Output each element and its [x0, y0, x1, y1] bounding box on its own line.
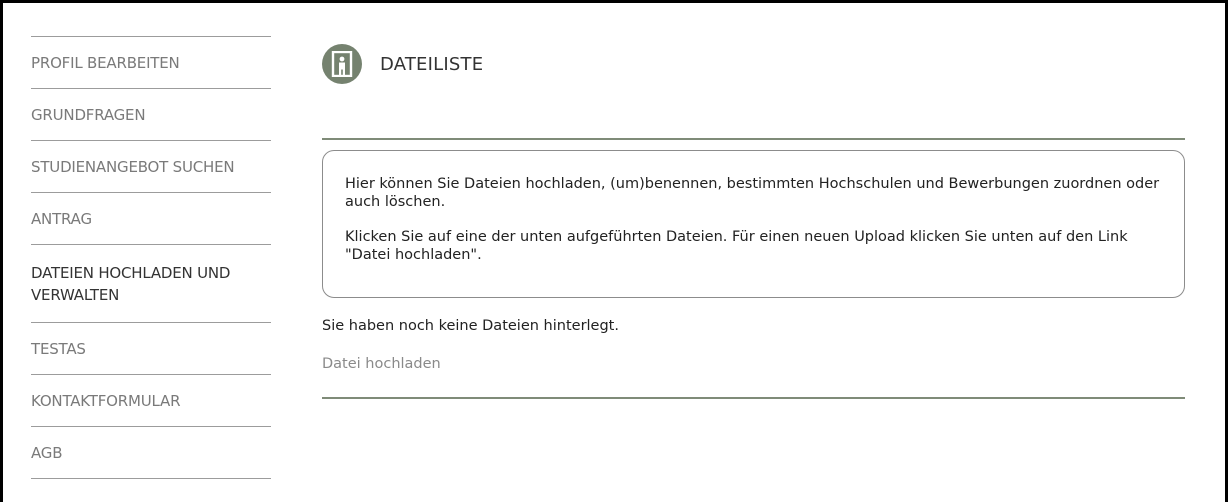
upload-file-link[interactable]: Datei hochladen [322, 356, 441, 372]
sidebar-item-grundfragen[interactable]: GRUNDFRAGEN [31, 88, 271, 140]
main-content: DATEILISTE Hier können Sie Dateien hochl… [322, 41, 1185, 399]
info-paragraph-1: Hier können Sie Dateien hochladen, (um)b… [345, 176, 1160, 210]
page-header: DATEILISTE [322, 41, 1185, 87]
page-title: DATEILISTE [380, 53, 484, 75]
sidebar-item-antrag[interactable]: ANTRAG [31, 192, 271, 244]
info-paragraph-2: Klicken Sie auf eine der unten aufgeführ… [345, 229, 1128, 263]
sidebar-item-profil-bearbeiten[interactable]: PROFIL BEARBEITEN [31, 36, 271, 88]
sidebar-item-testas[interactable]: TESTAS [31, 322, 271, 374]
empty-files-notice: Sie haben noch keine Dateien hinterlegt. [322, 318, 619, 334]
sidebar-nav: PROFIL BEARBEITEN GRUNDFRAGEN STUDIENANG… [31, 36, 271, 480]
divider-bottom [322, 397, 1185, 399]
sidebar-item-dateien-hochladen[interactable]: DATEIEN HOCHLADEN UND VERWALTEN [31, 244, 271, 322]
sidebar-item-studienangebot-suchen[interactable]: STUDIENANGEBOT SUCHEN [31, 140, 271, 192]
sidebar-item-agb[interactable]: AGB [31, 426, 271, 478]
door-person-icon [322, 44, 362, 84]
sidebar-item-kontaktformular[interactable]: KONTAKTFORMULAR [31, 374, 271, 426]
page-frame: PROFIL BEARBEITEN GRUNDFRAGEN STUDIENANG… [0, 0, 1228, 502]
sidebar-divider [31, 478, 271, 480]
info-box: Hier können Sie Dateien hochladen, (um)b… [322, 150, 1185, 298]
divider-top [322, 138, 1185, 140]
